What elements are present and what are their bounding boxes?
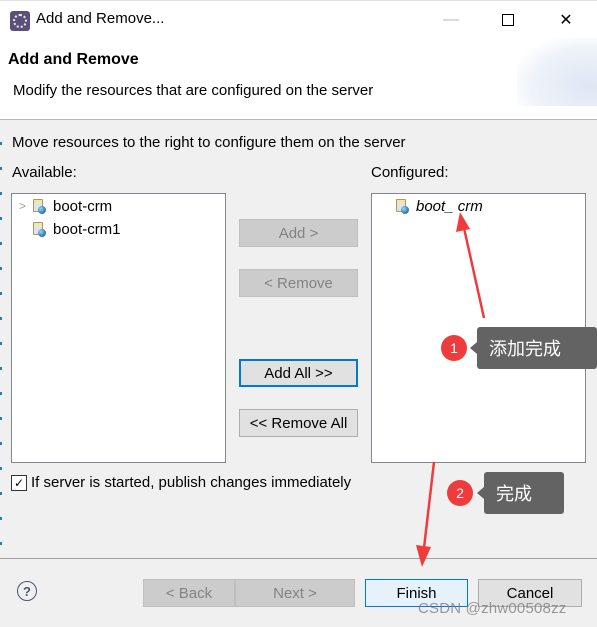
instruction-text: Move resources to the right to configure…: [12, 134, 406, 151]
help-icon: ?: [23, 583, 31, 599]
watermark: CSDN @zhw00508zz: [418, 600, 567, 617]
window-title: Add and Remove...: [36, 10, 165, 27]
available-item-label: boot-crm: [53, 197, 113, 215]
available-item[interactable]: boot-crm1: [33, 218, 121, 240]
back-button[interactable]: < Back: [143, 579, 235, 607]
add-button[interactable]: Add >: [239, 219, 358, 247]
page-title: Add and Remove: [8, 51, 139, 68]
available-list[interactable]: > boot-crm boot-crm1: [11, 193, 226, 463]
minimize-icon: —: [443, 11, 459, 28]
server-banner-image: [517, 38, 597, 106]
web-project-icon: [33, 199, 46, 214]
checkmark-icon: ✓: [13, 475, 25, 490]
publish-immediately-label: If server is started, publish changes im…: [31, 474, 352, 491]
close-button[interactable]: ✕: [543, 5, 589, 35]
publish-immediately-checkbox-row[interactable]: ✓ If server is started, publish changes …: [11, 474, 351, 491]
remove-button[interactable]: < Remove: [239, 269, 358, 297]
configured-item-label: boot_ crm: [416, 197, 483, 215]
annotation-badge: 1: [441, 335, 467, 361]
title-bar: Add and Remove... — ✕: [0, 0, 597, 38]
publish-immediately-checkbox[interactable]: ✓: [11, 474, 27, 491]
minimize-button[interactable]: —: [428, 5, 474, 35]
annotation-arrow-2: [416, 461, 436, 567]
close-icon: ✕: [559, 12, 573, 29]
page-description: Modify the resources that are configured…: [13, 82, 374, 99]
annotation-text: 完成: [477, 472, 564, 514]
annotation-callout-1: 1 添加完成: [441, 327, 597, 369]
background-window-edge: [0, 120, 2, 560]
help-button[interactable]: ?: [17, 581, 37, 601]
web-project-icon: [396, 199, 409, 214]
maximize-button[interactable]: [485, 5, 531, 35]
expand-chevron-icon[interactable]: >: [19, 199, 33, 213]
configured-label: Configured:: [371, 164, 449, 181]
footer-separator: [0, 558, 597, 559]
add-all-button[interactable]: Add All >>: [239, 359, 358, 387]
annotation-text: 添加完成: [470, 327, 597, 369]
configured-item[interactable]: boot_ crm: [396, 195, 483, 217]
next-button[interactable]: Next >: [235, 579, 355, 607]
eclipse-app-icon: [10, 11, 30, 31]
available-item[interactable]: > boot-crm: [19, 195, 112, 217]
maximize-icon: [502, 14, 514, 26]
available-item-label: boot-crm1: [53, 220, 121, 238]
remove-all-button[interactable]: << Remove All: [239, 409, 358, 437]
web-project-icon: [33, 222, 46, 237]
available-label: Available:: [12, 164, 77, 181]
wizard-header: Add and Remove Modify the resources that…: [0, 38, 597, 120]
annotation-badge: 2: [447, 480, 473, 506]
annotation-callout-2: 2 完成: [447, 472, 564, 514]
